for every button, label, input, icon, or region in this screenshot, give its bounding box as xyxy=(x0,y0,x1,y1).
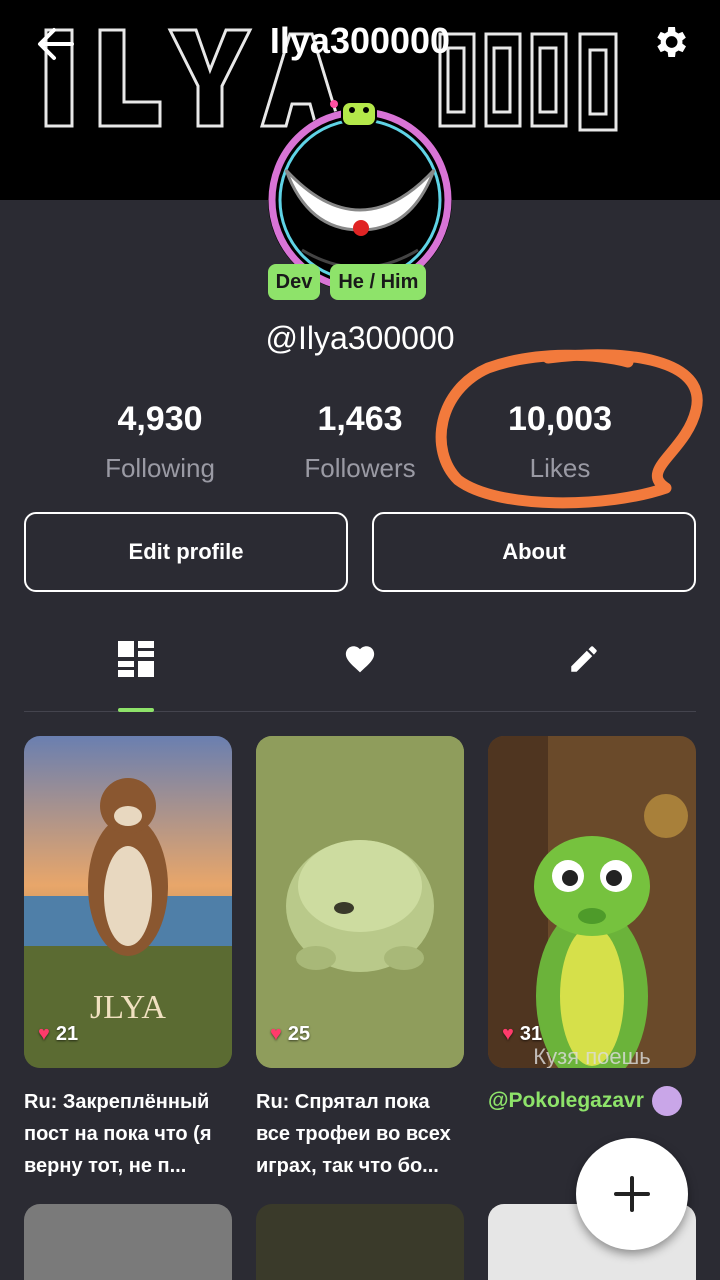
video-subtitle-text: Кузя поешь xyxy=(533,1044,650,1068)
pronouns-badge: He / Him xyxy=(330,264,427,300)
post-author[interactable]: @Pokolegazavr xyxy=(488,1086,696,1116)
post-card[interactable]: ♥ 25 Ru: Спрятал пока все трофеи во всех… xyxy=(256,736,464,1182)
likes-stat[interactable]: 10,003 Likes xyxy=(460,400,660,484)
grasshopper-image: Кузя поешь xyxy=(488,736,696,1068)
stats-row: 4,930 Following 1,463 Followers 10,003 L… xyxy=(60,400,660,484)
heart-icon: ♥ xyxy=(502,1023,514,1045)
profile-tabs xyxy=(24,630,696,712)
frog-image xyxy=(256,736,464,1068)
post-thumbnail: Кузя поешь ♥ 31 xyxy=(488,736,696,1068)
plus-icon xyxy=(614,1176,650,1212)
post-like-count: ♥ 25 xyxy=(270,1023,311,1045)
dev-badge: Dev xyxy=(267,264,321,300)
post-thumbnail: ♥ 25 xyxy=(256,736,464,1068)
following-stat[interactable]: 4,930 Following xyxy=(60,400,260,484)
post-caption: Ru: Закреплённый пост на пока что (я вер… xyxy=(24,1091,212,1177)
heart-icon: ♥ xyxy=(38,1023,50,1045)
followers-count: 1,463 xyxy=(317,400,403,438)
post-thumbnail[interactable] xyxy=(24,1204,232,1280)
grid-icon xyxy=(118,640,154,677)
edit-profile-button[interactable]: Edit profile xyxy=(24,512,348,592)
followers-label: Followers xyxy=(304,453,416,483)
about-button[interactable]: About xyxy=(372,512,696,592)
tab-drafts[interactable] xyxy=(472,630,696,711)
settings-button[interactable] xyxy=(644,16,696,68)
bear-poster-image: JLYA xyxy=(24,736,232,1068)
page-title: Ilya300000 xyxy=(269,20,451,61)
tab-posts[interactable] xyxy=(24,630,248,712)
pencil-icon xyxy=(571,645,597,672)
following-label: Following xyxy=(105,453,215,483)
post-card[interactable]: JLYA ♥ 21 Ru: Закреплённый пост на пока … xyxy=(24,736,232,1182)
create-post-button[interactable] xyxy=(576,1138,688,1250)
heart-icon xyxy=(345,645,375,672)
heart-icon: ♥ xyxy=(270,1023,282,1045)
badge-row: Dev He / Him xyxy=(0,264,720,300)
post-caption: Ru: Спрятал пока все трофеи во всех игра… xyxy=(256,1091,451,1177)
followers-stat[interactable]: 1,463 Followers xyxy=(260,400,460,484)
post-thumbnail[interactable] xyxy=(256,1204,464,1280)
gear-icon xyxy=(657,27,686,57)
likes-count: 10,003 xyxy=(508,400,612,438)
author-handle: @Pokolegazavr xyxy=(488,1089,644,1112)
post-like-count: ♥ 21 xyxy=(38,1023,79,1045)
post-thumbnail: JLYA ♥ 21 xyxy=(24,736,232,1068)
author-avatar xyxy=(651,1086,682,1116)
post-card[interactable]: Кузя поешь ♥ 31 @Pokolegazavr xyxy=(488,736,696,1182)
posts-grid: JLYA ♥ 21 Ru: Закреплённый пост на пока … xyxy=(24,736,696,1182)
post-like-count: ♥ 31 xyxy=(502,1023,543,1045)
following-count: 4,930 xyxy=(117,400,203,438)
tab-liked[interactable] xyxy=(248,630,472,711)
username-handle: @Ilya300000 xyxy=(265,320,455,356)
likes-label: Likes xyxy=(529,453,591,483)
poster-title-text: JLYA xyxy=(90,989,166,1026)
